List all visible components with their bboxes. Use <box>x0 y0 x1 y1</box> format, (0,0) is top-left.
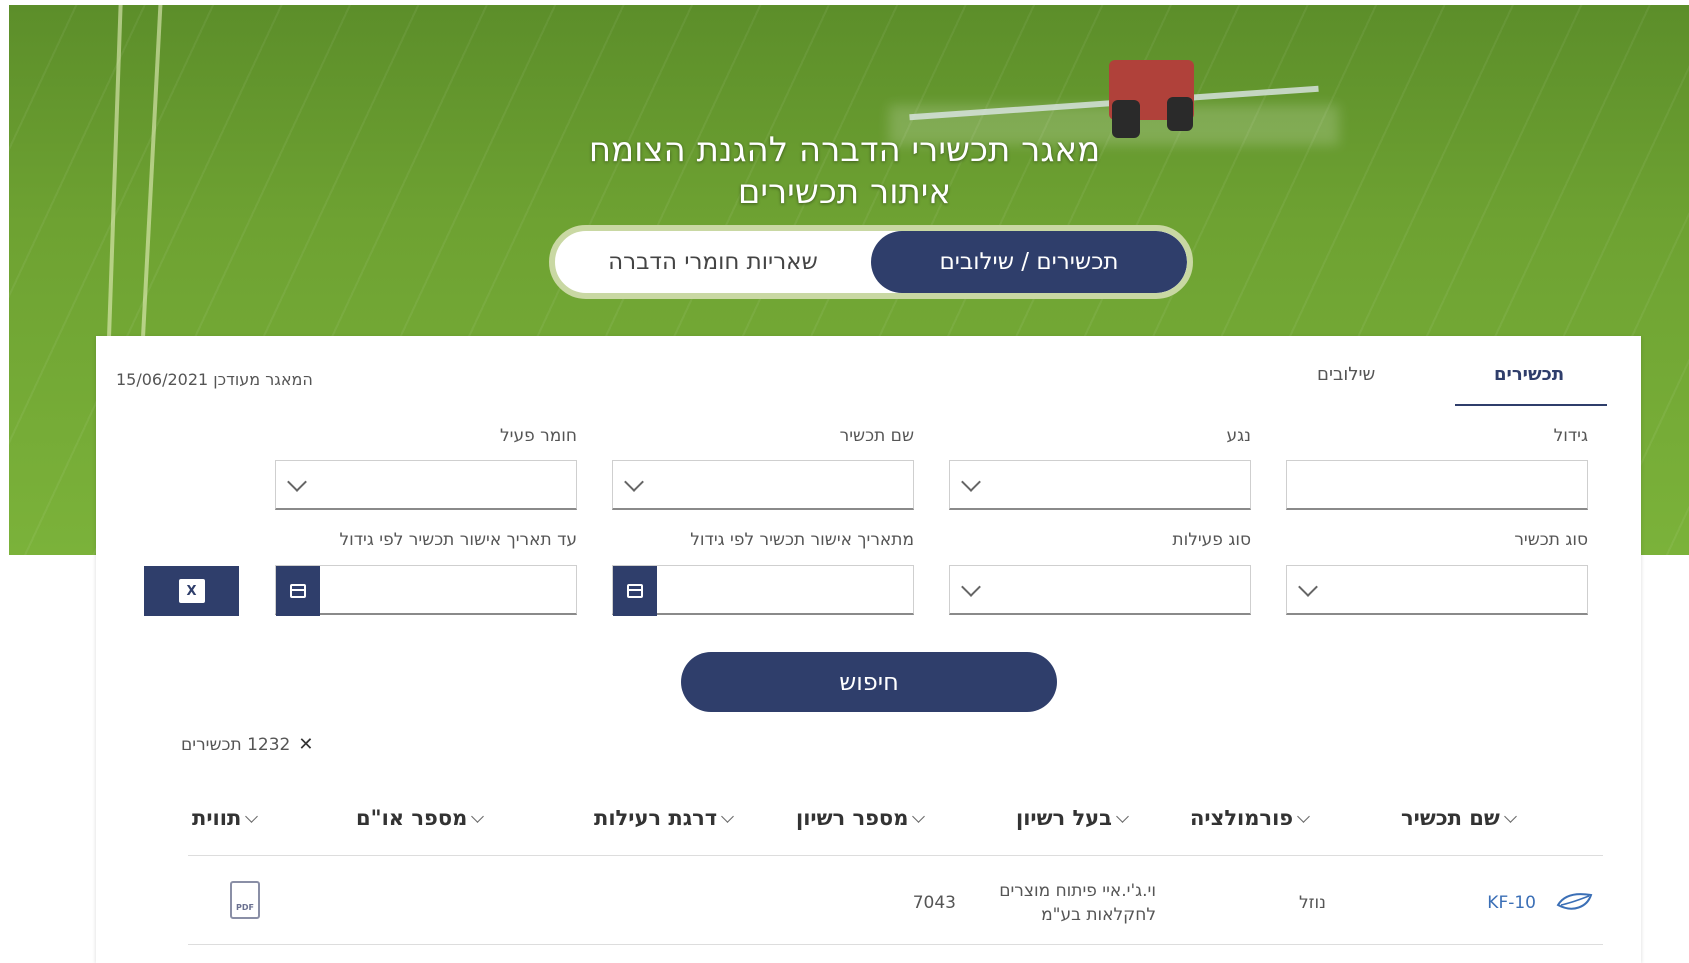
pdf-icon-text: PDF <box>236 903 254 912</box>
label-to-date: עד תאריך אישור תכשיר לפי גידול <box>339 530 577 550</box>
active-ingredient-select[interactable] <box>275 460 577 510</box>
chevron-down-icon <box>912 809 926 823</box>
chevron-down-icon <box>961 472 981 492</box>
product-type-select[interactable] <box>1286 565 1588 615</box>
from-date-input[interactable] <box>612 565 914 616</box>
chevron-down-icon <box>624 472 644 492</box>
search-button[interactable]: חיפוש <box>681 652 1057 712</box>
label-from-date: מתאריך אישור תכשיר לפי גידול <box>690 530 914 550</box>
label-product-type: סוג תכשיר <box>1514 530 1588 550</box>
chevron-down-icon <box>1297 809 1310 823</box>
column-header-product-name[interactable]: שם תכשיר <box>1401 806 1517 830</box>
search-mode-toggle[interactable]: תכשירים / שילובים שאריות חומרי הדברה <box>549 225 1193 299</box>
page-subtitle: איתור תכשירים <box>737 172 952 212</box>
calendar-icon <box>627 584 643 598</box>
column-header-toxicity[interactable]: דרגת רעילות <box>594 806 734 830</box>
active-tab-indicator <box>1455 404 1607 406</box>
label-pest: נגע <box>1226 426 1251 446</box>
last-updated: המאגר מעודכן 15/06/2021 <box>116 370 313 389</box>
from-date-calendar-button[interactable] <box>613 566 657 616</box>
column-header-label: תווית <box>192 806 242 830</box>
license-number-cell: 7043 <box>912 893 956 913</box>
label-product-name: שם תכשיר <box>839 426 914 446</box>
crop-input[interactable] <box>1286 460 1588 510</box>
result-count-text: 1232 תכשירים <box>181 734 291 755</box>
to-date-input[interactable] <box>275 565 577 616</box>
search-panel: תכשירים שילובים המאגר מעודכן 15/06/2021 … <box>96 336 1641 963</box>
column-header-label: מספר רשיון <box>796 806 909 830</box>
activity-type-select[interactable] <box>949 565 1251 615</box>
toggle-residues[interactable]: שאריות חומרי הדברה <box>555 231 871 293</box>
chevron-down-icon <box>245 809 259 823</box>
tractor-wheel <box>1167 97 1193 131</box>
column-header-un-number[interactable]: מספר או"ם <box>356 806 485 830</box>
chevron-down-icon <box>471 809 485 823</box>
table-header-divider <box>188 855 1603 856</box>
close-icon[interactable]: ✕ <box>298 734 313 755</box>
formulation-cell: נוזל <box>1299 893 1326 913</box>
chevron-down-icon <box>1503 809 1517 823</box>
product-name-link[interactable]: KF-10 <box>1456 893 1536 913</box>
to-date-calendar-button[interactable] <box>276 566 320 616</box>
label-activity-type: סוג פעילות <box>1172 530 1251 550</box>
tab-combinations[interactable]: שילובים <box>1317 364 1375 385</box>
calendar-icon <box>290 584 306 598</box>
column-header-label: בעל רשיון <box>1016 806 1112 830</box>
column-header-label: דרגת רעילות <box>594 806 718 830</box>
label-crop: גידול <box>1553 426 1588 446</box>
row-divider <box>188 944 1603 945</box>
column-header-label: מספר או"ם <box>356 806 468 830</box>
label-active-ingredient: חומר פעיל <box>499 426 577 446</box>
column-header-license-number[interactable]: מספר רשיון <box>796 806 926 830</box>
product-name-select[interactable] <box>612 460 914 510</box>
column-header-label-doc[interactable]: תווית <box>192 806 259 830</box>
chevron-down-icon <box>721 809 734 823</box>
chevron-down-icon <box>1116 809 1129 823</box>
pest-select[interactable] <box>949 460 1251 510</box>
result-count: ✕ 1232 תכשירים <box>181 734 313 755</box>
pdf-icon[interactable]: PDF <box>230 881 260 919</box>
column-header-formulation[interactable]: פורמולציה <box>1190 806 1310 830</box>
chevron-down-icon <box>961 577 981 597</box>
page-title: מאגר תכשירי הדברה להגנת הצומח <box>588 130 1101 170</box>
chevron-down-icon <box>287 472 307 492</box>
leaf-icon <box>1556 893 1593 910</box>
tab-products[interactable]: תכשירים <box>1494 364 1564 385</box>
column-header-label: שם תכשיר <box>1401 806 1500 830</box>
toggle-products[interactable]: תכשירים / שילובים <box>871 231 1187 293</box>
column-header-label: פורמולציה <box>1190 806 1294 830</box>
export-excel-button[interactable]: X <box>144 566 239 616</box>
chevron-down-icon <box>1298 577 1318 597</box>
column-header-licensee[interactable]: בעל רשיון <box>1016 806 1129 830</box>
excel-icon: X <box>178 579 205 603</box>
